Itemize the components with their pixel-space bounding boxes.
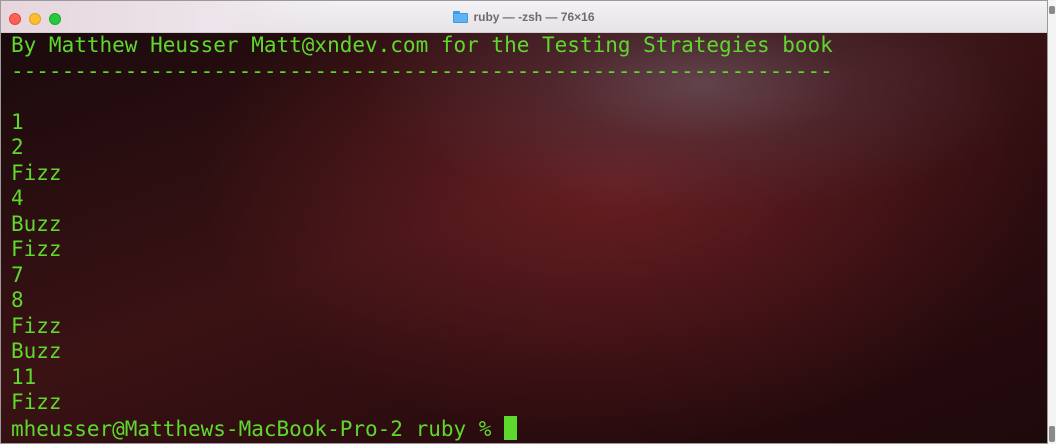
shell-prompt: mheusser@Matthews-MacBook-Pro-2 ruby % — [11, 416, 505, 441]
output-line: Fizz — [11, 160, 62, 185]
window-title-text: ruby — -zsh — 76×16 — [473, 9, 595, 24]
window-edge-strip — [1048, 0, 1056, 444]
output-line: 8 — [11, 288, 24, 312]
prompt-line[interactable]: mheusser@Matthews-MacBook-Pro-2 ruby % — [11, 415, 833, 442]
output-line: 7 — [11, 262, 24, 287]
output-line: Fizz — [11, 313, 62, 338]
output-line: Fizz — [11, 237, 62, 261]
scrollbar-top-marker[interactable] — [1049, 6, 1055, 14]
folder-icon — [453, 10, 469, 23]
output-line: 4 — [11, 186, 24, 210]
output-line: 2 — [11, 135, 24, 159]
text-cursor — [504, 415, 518, 440]
output-line: 1 — [11, 109, 24, 134]
terminal-window: ruby — -zsh — 76×16 By Matthew Heusser M… — [0, 0, 1048, 444]
output-line: 11 — [11, 364, 37, 389]
output-line: Buzz — [11, 339, 62, 363]
terminal-content[interactable]: By Matthew Heusser Matt@xndev.com for th… — [1, 33, 1047, 443]
title-bar[interactable]: ruby — -zsh — 76×16 — [1, 1, 1047, 33]
window-title: ruby — -zsh — 76×16 — [1, 1, 1047, 32]
output-line: Fizz — [11, 390, 62, 414]
terminal-output: By Matthew Heusser Matt@xndev.com for th… — [11, 33, 833, 441]
output-line: Buzz — [11, 211, 62, 236]
output-line: ----------------------------------------… — [11, 58, 833, 83]
output-line: By Matthew Heusser Matt@xndev.com for th… — [11, 33, 833, 57]
scrollbar-thumb[interactable] — [1049, 426, 1055, 442]
